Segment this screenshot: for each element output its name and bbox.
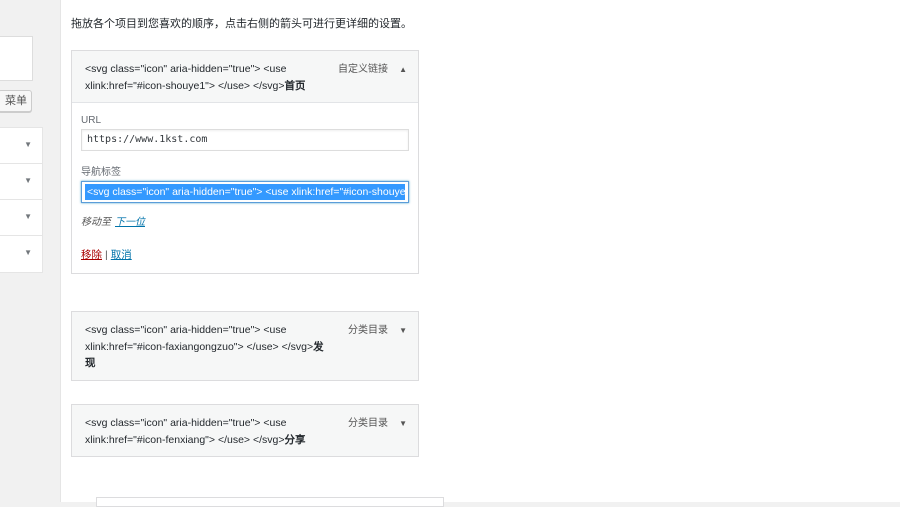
chevron-down-icon[interactable]: ▼	[399, 323, 407, 340]
accordion-section-categories[interactable]: ▼	[0, 236, 42, 272]
url-input[interactable]: https://www.1kst.com	[81, 129, 409, 151]
chevron-down-icon[interactable]: ▼	[24, 248, 32, 257]
url-label: URL	[81, 115, 102, 126]
chevron-down-icon[interactable]: ▼	[399, 416, 407, 433]
menu-name-box	[0, 36, 33, 81]
menu-item-type: 分类目录	[348, 325, 388, 336]
menu-item-next-partial[interactable]	[96, 497, 444, 507]
cancel-link[interactable]: 取消	[111, 249, 132, 261]
menu-item-type: 分类目录	[348, 418, 388, 429]
accordion-section-custom-links[interactable]: ▼	[0, 200, 42, 236]
accordion-section-posts[interactable]: ▼	[0, 164, 42, 200]
chevron-down-icon[interactable]: ▼	[24, 140, 32, 149]
menu-item-type: 自定义链接	[338, 64, 388, 75]
selected-text: <svg class="icon" aria-hidden="true"> <u…	[85, 184, 405, 200]
move-label: 移动至	[81, 217, 111, 228]
chevron-up-icon[interactable]: ▲	[399, 62, 407, 79]
menu-item-handle[interactable]: <svg class="icon" aria-hidden="true"> <u…	[72, 312, 418, 380]
accordion-section-pages[interactable]: ▼	[0, 128, 42, 164]
menu-structure-panel: 拖放各个项目到您喜欢的顺序，点击右侧的箭头可进行更详细的设置。 <svg cla…	[60, 0, 900, 507]
menu-item-title: <svg class="icon" aria-hidden="true"> <u…	[85, 417, 306, 446]
move-row: 移动至 下一位	[81, 213, 409, 228]
add-menu-items-panels: ▼ ▼ ▼ ▼	[0, 127, 43, 273]
menu-item-title: <svg class="icon" aria-hidden="true"> <u…	[85, 63, 306, 92]
menu-instructions: 拖放各个项目到您喜欢的顺序，点击右侧的箭头可进行更详细的设置。	[71, 18, 412, 30]
item-actions: 移除 | 取消	[81, 247, 409, 262]
move-down-link[interactable]: 下一位	[115, 217, 145, 228]
menu-item-discover[interactable]: <svg class="icon" aria-hidden="true"> <u…	[71, 311, 419, 381]
action-separator: |	[105, 249, 108, 261]
chevron-down-icon[interactable]: ▼	[24, 212, 32, 221]
chevron-down-icon[interactable]: ▼	[24, 176, 32, 185]
menu-item-home[interactable]: <svg class="icon" aria-hidden="true"> <u…	[71, 50, 419, 274]
menu-item-handle[interactable]: <svg class="icon" aria-hidden="true"> <u…	[72, 51, 418, 102]
menu-item-handle[interactable]: <svg class="icon" aria-hidden="true"> <u…	[72, 405, 418, 456]
menu-item-share[interactable]: <svg class="icon" aria-hidden="true"> <u…	[71, 404, 419, 457]
add-to-menu-button[interactable]: 菜单	[0, 90, 32, 112]
menu-item-title: <svg class="icon" aria-hidden="true"> <u…	[85, 324, 324, 369]
nav-label-input[interactable]: <svg class="icon" aria-hidden="true"> <u…	[81, 181, 409, 203]
nav-label-label: 导航标签	[81, 167, 121, 178]
remove-link[interactable]: 移除	[81, 249, 102, 261]
menu-item-settings: URL https://www.1kst.com 导航标签 <svg class…	[72, 102, 418, 273]
